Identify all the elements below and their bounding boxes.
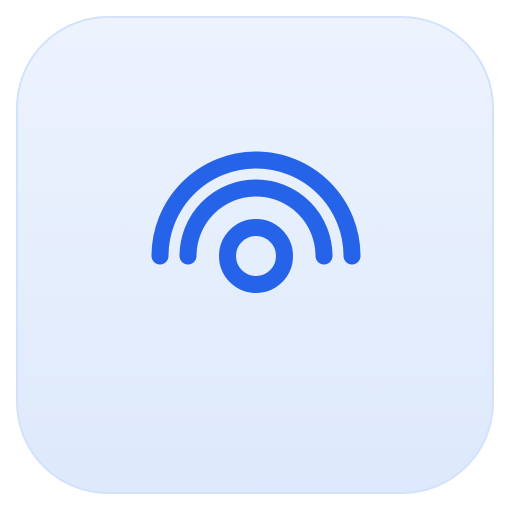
broadcast-signal-icon — [151, 151, 361, 293]
signal-source-ring — [219, 219, 293, 293]
